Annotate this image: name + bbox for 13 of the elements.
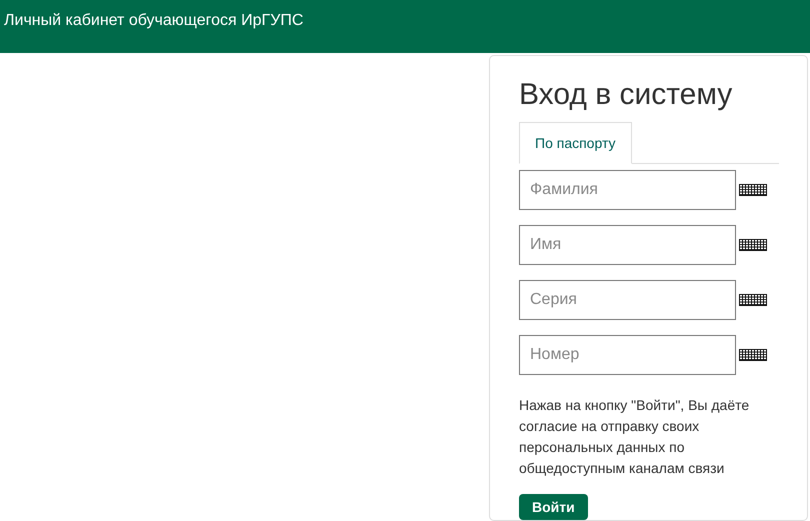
login-title: Вход в систему (519, 77, 734, 113)
text-field[interactable]: Фамилия (519, 170, 736, 210)
keyboard-icon[interactable] (739, 239, 767, 251)
keyboard-icon[interactable] (739, 184, 767, 196)
consent-text: Нажав на кнопку "Войти", Вы даёте согласие на отправку своих персональных данных по общедоступным каналам связи (519, 396, 750, 478)
keyboard-icon[interactable] (739, 349, 767, 361)
header-title: Личный кабинет обучающегося ИрГУПС (4, 12, 304, 29)
tab[interactable]: По паспорту (519, 122, 632, 164)
login-button[interactable]: Войти (519, 494, 588, 520)
keyboard-icon[interactable] (739, 294, 767, 306)
text-field[interactable]: Номер (519, 335, 736, 375)
text-field[interactable]: Серия (519, 280, 736, 320)
text-field[interactable]: Имя (519, 225, 736, 265)
